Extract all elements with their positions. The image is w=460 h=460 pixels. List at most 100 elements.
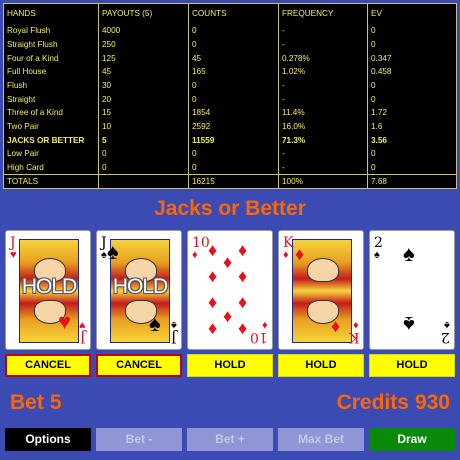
paytable-row: Two Pair 10 2592 16.0% 1.6 [3, 120, 457, 134]
diamond-icon: ♦ [208, 266, 218, 286]
hold-button-2[interactable]: CANCEL [96, 354, 182, 377]
paytable-cell [98, 174, 189, 189]
paytable-cell: 100% [278, 174, 368, 189]
credits-display: Credits 930 [337, 391, 450, 415]
heart-icon: ♥ [79, 319, 86, 331]
paytable-cell: 45 [98, 65, 189, 80]
paytable-cell: COUNTS [188, 3, 279, 25]
paytable-row: Straight 20 0-0 [3, 92, 457, 107]
paytable-cell: JACKS OR BETTER [3, 133, 99, 148]
spade-icon: ♠ [171, 319, 177, 331]
paytable-row: Straight Flush 250 0-0 [3, 38, 457, 52]
paytable-cell: - [278, 92, 368, 107]
card-rank: 2 [374, 235, 383, 251]
paytable-cell: 10 [98, 120, 189, 134]
paytable-cell: HANDS [3, 3, 99, 25]
hold-button-5[interactable]: HOLD [369, 354, 455, 377]
paytable-cell: - [278, 161, 368, 175]
paytable-cell: 0 [367, 79, 457, 93]
card-rank: K [348, 329, 359, 345]
diamond-icon: ♦ [192, 249, 198, 261]
paytable-cell: 16.0% [278, 120, 368, 134]
paytable-cell: 3.56 [367, 133, 457, 148]
diamond-icon: ♦ [238, 240, 248, 260]
paytable-cell: 1.72 [367, 106, 457, 121]
paytable-cell: 71.3% [278, 133, 368, 148]
card-rank: J [101, 235, 107, 251]
paytable-cell: Three of a Kind [3, 106, 99, 121]
credits-value: 930 [414, 391, 450, 414]
hold-button-1[interactable]: CANCEL [5, 354, 91, 377]
paytable-cell: PAYOUTS (5) [98, 3, 189, 25]
paytable-cell: - [278, 38, 368, 52]
game-title: Jacks or Better [154, 197, 306, 220]
card-rank: K [283, 235, 294, 251]
diamond-icon: ♦ [262, 319, 268, 331]
bet-plus-button[interactable]: Bet + [187, 428, 273, 451]
diamond-icon: ♦ [353, 319, 359, 331]
hold-overlay: HOLD [112, 275, 168, 298]
card-2[interactable]: J ♠ J ♠ ♠ ♠ HOLD [96, 230, 182, 350]
paytable-cell: Straight [3, 92, 99, 107]
paytable-row: High Card 0 0-0 [3, 161, 457, 175]
card-1[interactable]: J ♥ J ♥ ♥ HOLD [5, 230, 91, 350]
card-5[interactable]: 2 ♠ 2 ♠ ♠ ♠ [369, 230, 455, 350]
hold-button-4[interactable]: HOLD [278, 354, 364, 377]
options-button[interactable]: Options [5, 428, 91, 451]
paytable-cell: 0 [188, 161, 279, 175]
card-rank: 2 [441, 329, 450, 345]
diamond-icon: ♦ [238, 318, 248, 338]
paytable-cell: 30 [98, 79, 189, 93]
paytable-cell: 0 [367, 147, 457, 162]
bet-minus-button[interactable]: Bet - [96, 428, 182, 451]
spade-icon: ♠ [107, 239, 119, 264]
paytable-row: Three of a Kind 15 1854 11.4% 1.72 [3, 106, 457, 121]
paytable-cell: 0 [98, 147, 189, 162]
paytable-cell: 125 [98, 51, 189, 66]
diamond-icon: ♦ [295, 244, 305, 264]
spade-icon: ♠ [403, 312, 415, 337]
paytable-cell: FREQUENCY [278, 3, 368, 25]
paytable-cell: Two Pair [3, 120, 99, 134]
paytable-cell: 250 [98, 38, 189, 52]
max-bet-button[interactable]: Max Bet [278, 428, 364, 451]
paytable-cell: Flush [3, 79, 99, 93]
paytable-row: JACKS OR BETTER 5 11559 71.3% 3.56 [3, 133, 457, 148]
paytable-cell: 0 [188, 38, 279, 52]
hold-button-3[interactable]: HOLD [187, 354, 273, 377]
card-4[interactable]: K ♦ K ♦ ♦ ♦ [278, 230, 364, 350]
spade-icon: ♠ [101, 249, 107, 261]
paytable-cell: 11559 [188, 133, 279, 148]
paytable-cell: 7.68 [367, 174, 457, 189]
paytable-cell: 0 [367, 92, 457, 107]
draw-button[interactable]: Draw [369, 428, 455, 451]
spade-icon: ♠ [444, 319, 450, 331]
paytable-cell: - [278, 147, 368, 162]
paytable-cell: 0 [98, 161, 189, 175]
paytable-cell: 0 [367, 24, 457, 39]
diamond-icon: ♦ [238, 292, 248, 312]
paytable-cell: 0 [188, 24, 279, 39]
paytable-cell: 4000 [98, 24, 189, 39]
paytable-cell: 1.02% [278, 65, 368, 80]
paytable-totals-row: TOTALS 16215 100% 7.68 [3, 174, 457, 189]
paytable-cell: EV [367, 3, 457, 25]
heart-icon: ♥ [58, 309, 72, 334]
paytable-cell: - [278, 24, 368, 39]
paytable-row: Flush 30 0-0 [3, 79, 457, 93]
paytable-cell: Full House [3, 65, 99, 80]
bet-display: Bet 5 [10, 391, 62, 415]
diamond-icon: ♦ [208, 318, 218, 338]
spade-icon: ♠ [403, 241, 415, 266]
paytable-header-row: HANDS PAYOUTS (5) COUNTS FREQUENCY EV [3, 3, 457, 25]
diamond-icon: ♦ [283, 249, 289, 261]
spade-icon: ♠ [374, 249, 380, 261]
paytable-cell: Four of a Kind [3, 51, 99, 66]
paytable-cell: 2592 [188, 120, 279, 134]
paytable-cell: 1.6 [367, 120, 457, 134]
card-3[interactable]: 10 ♦ 10 ♦ ♦ ♦ ♦ ♦ ♦ ♦ ♦ ♦ ♦ ♦ [187, 230, 273, 350]
diamond-icon: ♦ [238, 266, 248, 286]
paytable-row: Four of a Kind 125 45 0.278% 0.347 [3, 51, 457, 66]
paytable-cell: - [278, 79, 368, 93]
paytable-cell: 165 [188, 65, 279, 80]
